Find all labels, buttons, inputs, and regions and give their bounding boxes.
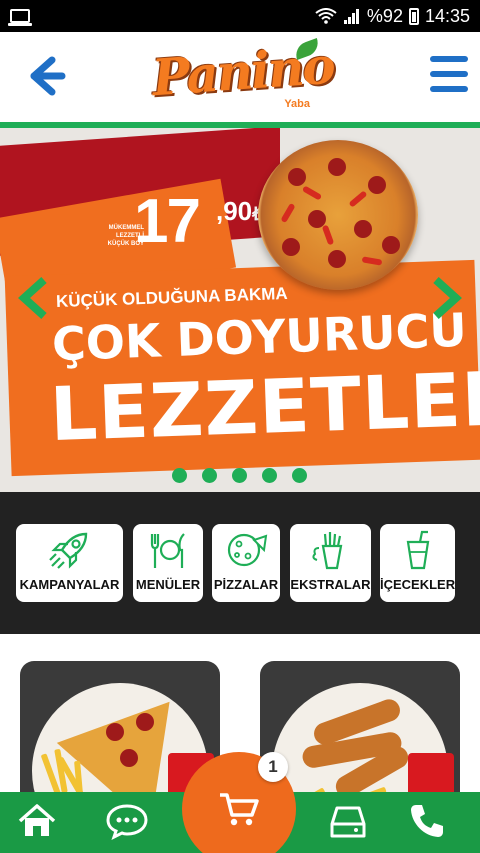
- category-bar: KAMPANYALAR MENÜLER PİZZALAR EKSTRALAR İ…: [0, 492, 480, 634]
- pizza-image: [258, 140, 418, 290]
- carousel-prev-button[interactable]: [18, 276, 50, 320]
- price-whole: 17: [134, 187, 201, 256]
- category-menuler[interactable]: MENÜLER: [133, 524, 203, 602]
- nav-chat-button[interactable]: [105, 802, 149, 845]
- rocket-icon: [48, 532, 87, 569]
- nav-orders-button[interactable]: [328, 802, 368, 845]
- status-bar: %92 14:35: [0, 0, 480, 32]
- cutlery-icon: [150, 533, 185, 568]
- clock: 14:35: [424, 5, 470, 26]
- wifi-icon: [315, 8, 337, 24]
- drive-icon: [330, 806, 366, 838]
- chevron-right-icon: [433, 277, 462, 319]
- price-cents: ,90₺: [216, 196, 264, 227]
- drink-icon: [406, 530, 429, 570]
- pizza-icon: [227, 533, 268, 567]
- category-pizzalar[interactable]: PİZZALAR: [212, 524, 280, 602]
- app-header: Panino Yaba: [0, 32, 480, 122]
- menu-icon-bar: [430, 71, 468, 77]
- back-button[interactable]: [22, 54, 66, 98]
- back-arrow-icon: [30, 56, 66, 96]
- nav-call-button[interactable]: [408, 802, 446, 845]
- cart-count-badge: 1: [258, 752, 288, 782]
- battery-icon: [408, 7, 419, 25]
- carousel-dot[interactable]: [202, 468, 217, 483]
- carousel-dots: [172, 468, 307, 483]
- carousel-dot[interactable]: [292, 468, 307, 483]
- chevron-left-icon: [18, 277, 47, 319]
- menu-icon-bar: [430, 56, 468, 62]
- hamburger-menu-button[interactable]: [430, 56, 468, 92]
- category-icecekler[interactable]: İÇECEKLER: [380, 524, 455, 602]
- signal-icon: [343, 9, 359, 24]
- promo-carousel[interactable]: MÜKEMMEL LEZZETLİ KÜÇÜK BOY 17 ,90₺ KÜÇÜ…: [0, 128, 480, 492]
- device-icon: [8, 9, 32, 26]
- carousel-next-button[interactable]: [430, 276, 462, 320]
- carousel-dot[interactable]: [262, 468, 277, 483]
- cart-icon: [220, 793, 259, 826]
- home-icon: [18, 804, 56, 836]
- brand-logo[interactable]: Panino Yaba: [148, 36, 335, 114]
- carousel-dot[interactable]: [232, 468, 247, 483]
- chat-icon: [106, 804, 148, 840]
- carousel-dot[interactable]: [172, 468, 187, 483]
- banner-headline-2: LEZZETLER: [48, 355, 480, 459]
- phone-icon: [411, 805, 443, 837]
- category-kampanyalar[interactable]: KAMPANYALAR: [16, 524, 123, 602]
- app-screen: %92 14:35 Panino Yaba MÜKEMMEL LEZZETLİ …: [0, 0, 480, 853]
- menu-icon-bar: [430, 86, 468, 92]
- nav-home-button[interactable]: [17, 802, 57, 845]
- fries-icon: [311, 532, 342, 570]
- battery-percent: %92: [366, 5, 403, 26]
- category-ekstralar[interactable]: EKSTRALAR: [290, 524, 371, 602]
